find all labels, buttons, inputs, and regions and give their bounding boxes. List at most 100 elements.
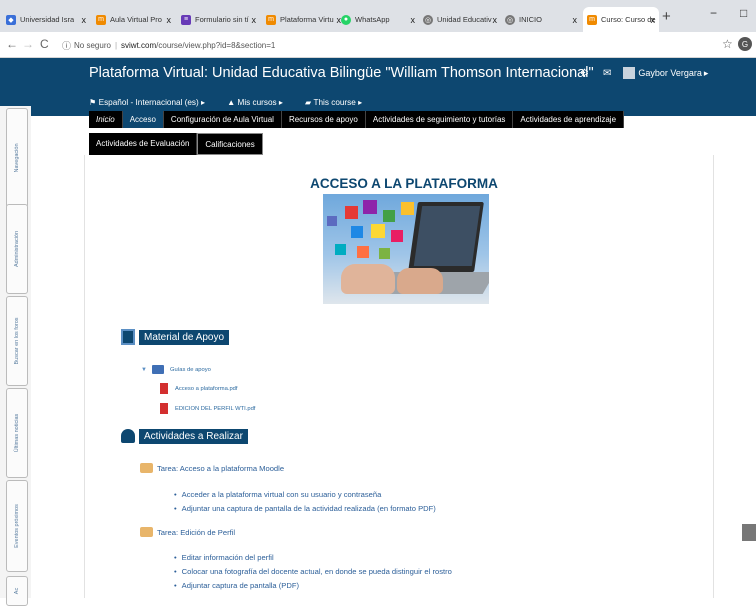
- assignment-link[interactable]: Tarea: Edición de Perfil: [140, 527, 235, 537]
- tab-close-icon[interactable]: x: [167, 15, 172, 25]
- tab-aprendizaje[interactable]: Actividades de aprendizaje: [513, 111, 625, 128]
- block-tab-upcoming-events[interactable]: Eventos próximos: [6, 480, 28, 572]
- block-tab-news[interactable]: Últimas noticias: [6, 388, 28, 478]
- assignment-link[interactable]: Tarea: Acceso a la plataforma Moodle: [140, 463, 284, 473]
- block-tab-activities[interactable]: Ac: [6, 576, 28, 606]
- file-link-perfil[interactable]: EDICION DEL PERFIL WTI.pdf: [160, 403, 255, 414]
- folder-resource[interactable]: ▼ Guías de apoyo: [141, 365, 211, 374]
- book-icon: [121, 329, 135, 345]
- folder-icon: [151, 365, 164, 374]
- expand-toggle-icon[interactable]: ▼: [141, 367, 147, 373]
- user-avatar[interactable]: [623, 67, 636, 79]
- reload-icon[interactable]: C: [40, 37, 49, 51]
- list-item: Acceder a la plataforma virtual con su u…: [174, 490, 382, 499]
- maximize-button[interactable]: □: [740, 6, 747, 20]
- browser-tab[interactable]: ● WhatsApp x: [337, 7, 419, 32]
- site-favicon-icon: ◆: [6, 14, 16, 25]
- block-tab-label: Navegación: [14, 143, 20, 173]
- folder-label: Guías de apoyo: [169, 366, 211, 373]
- tab-acceso[interactable]: Acceso: [122, 111, 164, 128]
- scroll-to-top-button[interactable]: [742, 524, 756, 541]
- file-name: EDICION DEL PERFIL WTI.pdf: [175, 405, 256, 412]
- tab-close-icon[interactable]: x: [651, 15, 656, 25]
- laptop-illustration: [323, 194, 489, 304]
- browser-tab[interactable]: ◎ Unidad Educativ x: [419, 7, 501, 32]
- caret-right-icon: ▸: [198, 98, 206, 107]
- url-host: sviwt.com: [121, 40, 157, 50]
- language-menu[interactable]: ⚑ Español - Internacional (es) ▸: [89, 97, 205, 107]
- minimize-button[interactable]: −: [710, 6, 717, 20]
- site-header: Plataforma Virtual: Unidad Educativa Bil…: [0, 58, 756, 116]
- info-icon[interactable]: ⓘ: [62, 39, 71, 52]
- material-heading-label: Material de Apoyo: [139, 329, 230, 345]
- block-tab-label: Eventos próximos: [14, 504, 20, 548]
- my-courses-label: Mis cursos: [237, 98, 277, 107]
- list-item: Adjuntar una captura de pantalla de la a…: [174, 504, 436, 513]
- list-item: Editar información del perfil: [174, 553, 274, 562]
- tab-title: WhatsApp: [355, 15, 390, 24]
- messages-icon[interactable]: ✉: [603, 68, 611, 79]
- file-name: Acceso a plataforma.pdf: [175, 385, 238, 392]
- browser-tab[interactable]: ≡ Formulario sin tí x: [177, 7, 260, 32]
- moodle-favicon-icon: m: [266, 14, 276, 25]
- graduation-cap-icon: ▲: [227, 98, 238, 107]
- course-tabs-row-2: Actividades de Evaluación Calificaciones: [89, 133, 263, 155]
- block-tab-label: Administración: [14, 230, 20, 268]
- file-link-acceso[interactable]: Acceso a plataforma.pdf: [160, 383, 238, 394]
- page-title: ACCESO A LA PLATAFORMA: [310, 176, 498, 191]
- block-tab-label: Últimas noticias: [14, 413, 20, 453]
- assignment-title: Tarea: Edición de Perfil: [157, 527, 236, 537]
- browser-tab-strip: ◆ Universidad Isra x m Aula Virtual Pro …: [0, 0, 756, 32]
- this-course-menu[interactable]: ▰ This course ▸: [305, 97, 362, 107]
- tab-close-icon[interactable]: x: [82, 15, 87, 25]
- back-arrow-icon[interactable]: ←: [6, 37, 18, 51]
- tab-title: Formulario sin tí: [195, 15, 249, 24]
- tab-configuracion[interactable]: Configuración de Aula Virtual: [163, 111, 282, 128]
- tab-inicio[interactable]: Inicio: [89, 111, 123, 128]
- user-menu[interactable]: Gaybor Vergara: [638, 68, 702, 78]
- assignment-icon: [140, 527, 153, 537]
- this-course-label: This course: [313, 98, 356, 107]
- caret-right-icon: ▸: [276, 98, 284, 107]
- tab-seguimiento[interactable]: Actividades de seguimiento y tutorías: [365, 111, 514, 128]
- tab-title: Curso: Curso de: [601, 15, 656, 24]
- new-tab-button[interactable]: +: [662, 8, 671, 25]
- url-separator: |: [114, 40, 118, 50]
- tab-recursos[interactable]: Recursos de apoyo: [281, 111, 366, 128]
- browser-tab[interactable]: ◆ Universidad Isra x: [2, 7, 90, 32]
- forward-arrow-icon[interactable]: →: [22, 37, 34, 51]
- tab-close-icon[interactable]: x: [252, 15, 257, 25]
- globe-favicon-icon: ◎: [505, 14, 515, 25]
- notifications-icon[interactable]: ⚙: [580, 68, 589, 79]
- tab-close-icon[interactable]: x: [493, 15, 498, 25]
- course-tabs-row-1: Inicio Acceso Configuración de Aula Virt…: [89, 111, 625, 128]
- browser-tab[interactable]: ◎ INICIO x: [501, 7, 581, 32]
- flag-icon: ⚑: [89, 98, 99, 107]
- assignment-icon: [140, 463, 153, 473]
- profile-avatar[interactable]: G: [738, 37, 752, 51]
- tab-evaluacion[interactable]: Actividades de Evaluación: [89, 133, 198, 155]
- browser-tab-active[interactable]: m Curso: Curso de x: [583, 7, 659, 32]
- tab-title: Unidad Educativ: [437, 15, 492, 24]
- tab-close-icon[interactable]: x: [411, 15, 416, 25]
- bookmark-star-icon[interactable]: ☆: [722, 37, 733, 51]
- block-tab-navigation[interactable]: Navegación: [6, 108, 28, 208]
- language-label: Español - Internacional (es): [98, 98, 199, 107]
- tab-calificaciones[interactable]: Calificaciones: [197, 133, 263, 155]
- browser-toolbar: ← → C ⓘ No seguro | sviwt.com /course/vi…: [0, 32, 756, 58]
- teacher-icon: [121, 429, 135, 443]
- my-courses-menu[interactable]: ▲ Mis cursos ▸: [227, 97, 283, 107]
- moodle-favicon-icon: m: [587, 14, 597, 25]
- browser-tab[interactable]: m Aula Virtual Pro x: [92, 7, 175, 32]
- list-item: Adjuntar captura de pantalla (PDF): [174, 581, 299, 590]
- tab-title: INICIO: [519, 15, 542, 24]
- address-bar[interactable]: ⓘ No seguro | sviwt.com /course/view.php…: [62, 36, 275, 54]
- tab-close-icon[interactable]: x: [573, 15, 578, 25]
- block-tab-forum-search[interactable]: Buscar en los foros: [6, 296, 28, 386]
- block-tab-administration[interactable]: Administración: [6, 204, 28, 294]
- browser-tab[interactable]: m Plataforma Virtu x: [262, 7, 345, 32]
- pdf-icon: [160, 383, 168, 394]
- site-title[interactable]: Plataforma Virtual: Unidad Educativa Bil…: [89, 65, 594, 81]
- forms-favicon-icon: ≡: [181, 14, 191, 25]
- activities-heading-label: Actividades a Realizar: [139, 428, 248, 444]
